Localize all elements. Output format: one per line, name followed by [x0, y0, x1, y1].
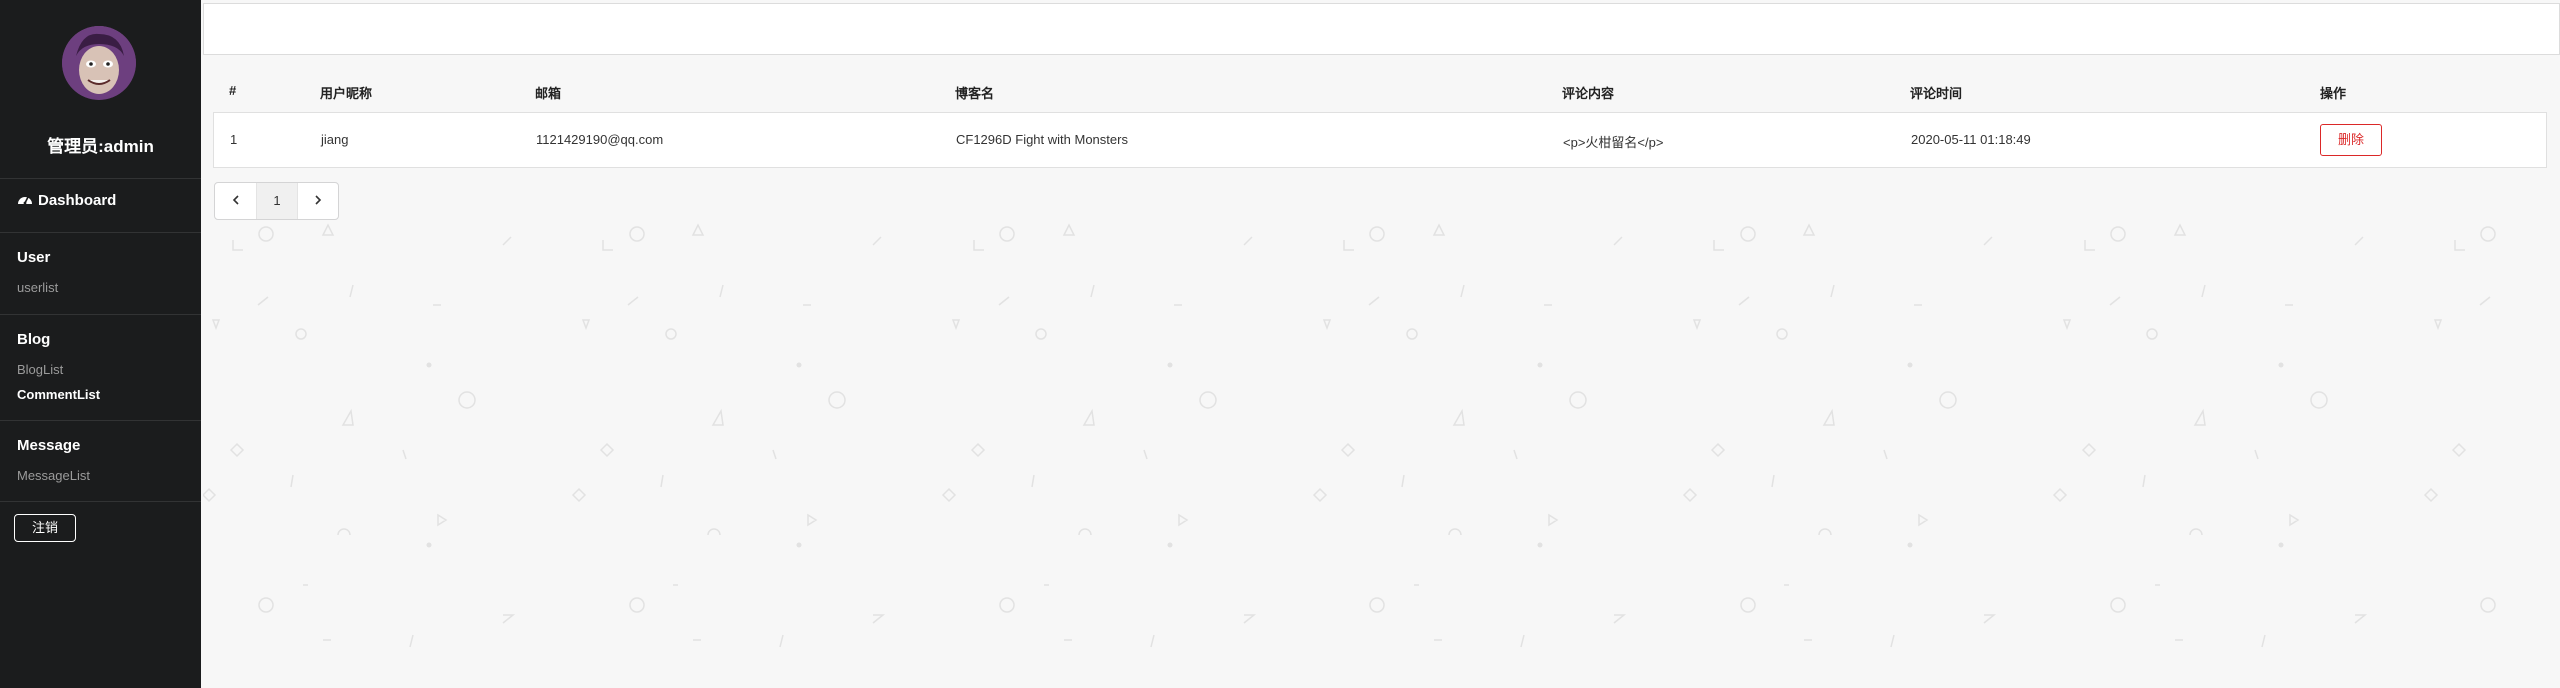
sidebar-item-userlist[interactable]: userlist: [17, 280, 58, 295]
table-row: 1 jiang 1121429190@qq.com CF1296D Fight …: [213, 112, 2547, 168]
delete-button[interactable]: 删除: [2320, 124, 2382, 156]
cell-nickname: jiang: [321, 132, 349, 147]
sidebar-item-bloglist[interactable]: BlogList: [17, 362, 63, 377]
pagination-page-1[interactable]: 1: [256, 183, 297, 219]
pagination-next[interactable]: [297, 183, 338, 219]
comment-table: # 用户昵称 邮箱 博客名 评论内容 评论时间 操作 1 jiang 11214…: [213, 66, 2547, 168]
admin-name: 管理员:admin: [47, 137, 154, 156]
sidebar: 管理员:admin Dashboard User userlist Blog B…: [0, 0, 201, 688]
pagination: 1: [214, 182, 339, 220]
column-header-blog: 博客名: [955, 86, 995, 101]
sidebar-divider: [0, 178, 201, 179]
table-header-row: # 用户昵称 邮箱 博客名 评论内容 评论时间 操作: [213, 66, 2547, 112]
sidebar-item-dashboard[interactable]: Dashboard: [17, 192, 116, 209]
column-header-action: 操作: [2320, 86, 2347, 101]
sidebar-item-commentlist[interactable]: CommentList: [17, 387, 100, 402]
column-header-time: 评论时间: [1910, 86, 1963, 101]
sidebar-divider: [0, 501, 201, 502]
column-header-content: 评论内容: [1562, 86, 1615, 101]
logout-button[interactable]: 注销: [14, 514, 76, 542]
cell-blog: CF1296D Fight with Monsters: [956, 132, 1128, 147]
column-header-index: #: [229, 83, 237, 98]
dashboard-icon: [17, 192, 33, 209]
cell-index: 1: [230, 132, 238, 147]
sidebar-header-user: User: [17, 249, 51, 266]
sidebar-item-messagelist[interactable]: MessageList: [17, 468, 90, 483]
sidebar-header-blog: Blog: [17, 331, 51, 348]
sidebar-divider: [0, 420, 201, 421]
sidebar-divider: [0, 314, 201, 315]
sidebar-header-message: Message: [17, 437, 81, 454]
column-header-nickname: 用户昵称: [320, 86, 373, 101]
cell-content: <p>火柑留名</p>: [1563, 135, 1664, 150]
top-bar: [203, 3, 2560, 55]
chevron-right-icon: [314, 193, 322, 208]
pagination-prev[interactable]: [215, 183, 256, 219]
cell-email: 1121429190@qq.com: [536, 132, 664, 147]
column-header-email: 邮箱: [535, 86, 562, 101]
cell-time: 2020-05-11 01:18:49: [1911, 132, 2031, 147]
chevron-left-icon: [232, 193, 240, 208]
admin-avatar: [62, 26, 136, 100]
sidebar-divider: [0, 232, 201, 233]
background-pattern: [203, 223, 2496, 648]
sidebar-item-label: Dashboard: [38, 192, 117, 209]
